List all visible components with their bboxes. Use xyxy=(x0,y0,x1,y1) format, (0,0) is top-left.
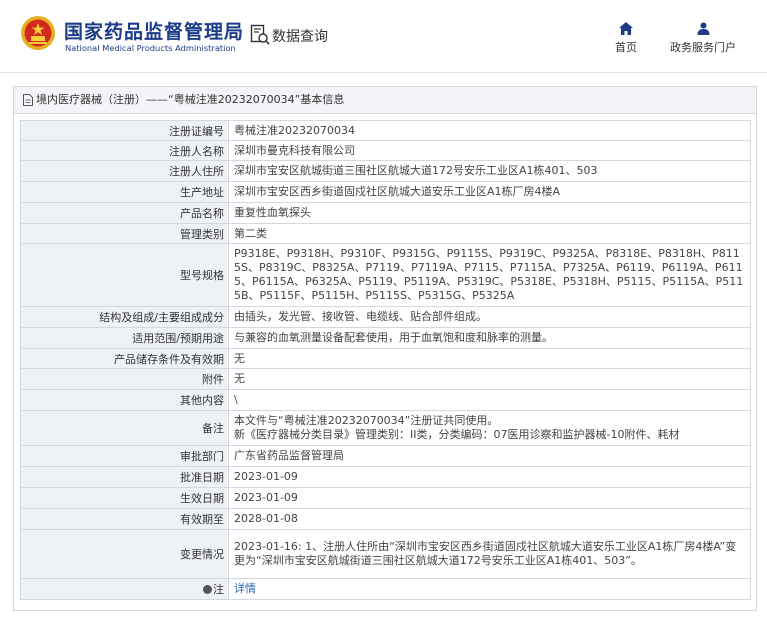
site-subtitle: National Medical Products Administration xyxy=(65,43,236,53)
field-value: \ xyxy=(228,389,751,411)
field-label: 产品名称 xyxy=(20,202,229,224)
nav-home[interactable]: 首页 xyxy=(606,22,646,55)
field-value: 2023-01-16: 1、注册人住所由“深圳市宝安区西乡街道固戍社区航城大道安… xyxy=(228,529,751,579)
field-label: 产品储存条件及有效期 xyxy=(20,348,229,369)
table-row: 型号规格 P9318E、P9318H、P9310F、P9315G、P9115S、… xyxy=(20,243,751,307)
detail-panel: 境内医疗器械（注册）——“粤械注准20232070034”基本信息 注册证编号 … xyxy=(13,86,757,611)
field-value: 与兼容的血氧测量设备配套使用，用于血氧饱和度和脉率的测量。 xyxy=(228,327,751,349)
field-value: 2028-01-08 xyxy=(228,508,751,530)
field-label: 结构及组成/主要组成成分 xyxy=(20,306,229,328)
field-value: 无 xyxy=(228,348,751,369)
field-value: 深圳市宝安区航城街道三围社区航城大道172号安乐工业区A1栋401、503 xyxy=(228,160,751,182)
field-value: 广东省药品监督管理局 xyxy=(228,445,751,467)
field-value: 详情 xyxy=(228,578,751,600)
field-label: 适用范围/预期用途 xyxy=(20,327,229,349)
breadcrumb: 境内医疗器械（注册）——“粤械注准20232070034”基本信息 xyxy=(36,93,345,106)
field-value: 2023-01-09 xyxy=(228,487,751,509)
search-document-icon xyxy=(250,24,270,45)
field-label: 其他内容 xyxy=(20,389,229,411)
field-label: 注册人名称 xyxy=(20,140,229,161)
field-label: 管理类别 xyxy=(20,223,229,244)
user-icon xyxy=(697,22,709,35)
table-row: 备注 本文件与“粤械注准20232070034”注册证共同使用。 新《医疗器械分… xyxy=(20,410,751,446)
field-value: 本文件与“粤械注准20232070034”注册证共同使用。 新《医疗器械分类目录… xyxy=(228,410,751,446)
table-row: 管理类别 第二类 xyxy=(20,223,751,244)
table-row: 批准日期 2023-01-09 xyxy=(20,466,751,488)
table-row: 注册证编号 粤械注准20232070034 xyxy=(20,120,751,141)
field-label: 审批部门 xyxy=(20,445,229,467)
record-table: 注册证编号 粤械注准20232070034 注册人名称 深圳市曼克科技有限公司 … xyxy=(20,120,751,600)
remark-line: 新《医疗器械分类目录》管理类别：II类，分类编码：07医用诊察和监护器械-10附… xyxy=(234,428,680,441)
field-value: 深圳市宝安区西乡街道固戍社区航城大道安乐工业区A1栋厂房4楼A xyxy=(228,181,751,203)
field-label: 变更情况 xyxy=(20,529,229,579)
field-label: 附件 xyxy=(20,368,229,390)
field-label: 注册人住所 xyxy=(20,160,229,182)
field-label: 型号规格 xyxy=(20,243,229,307)
note-icon xyxy=(203,585,212,594)
field-label: 注册证编号 xyxy=(20,120,229,141)
nav-portal-label: 政务服务门户 xyxy=(670,41,736,54)
field-value: 无 xyxy=(228,368,751,390)
remark-line: 本文件与“粤械注准20232070034”注册证共同使用。 xyxy=(234,414,499,427)
field-value: P9318E、P9318H、P9310F、P9315G、P9115S、P9319… xyxy=(228,243,751,307)
site-title[interactable]: 国家药品监督管理局 xyxy=(64,17,244,44)
note-label: 注 xyxy=(213,583,224,596)
field-label: 批准日期 xyxy=(20,466,229,488)
field-label: 生效日期 xyxy=(20,487,229,509)
table-row: 变更情况 2023-01-16: 1、注册人住所由“深圳市宝安区西乡街道固戍社区… xyxy=(20,529,751,579)
table-row: 其他内容 \ xyxy=(20,389,751,411)
field-value: 2023-01-09 xyxy=(228,466,751,488)
document-icon xyxy=(23,94,33,106)
table-row: 有效期至 2028-01-08 xyxy=(20,508,751,530)
field-value: 粤械注准20232070034 xyxy=(228,120,751,141)
field-label: 注 xyxy=(20,578,229,600)
table-row: 结构及组成/主要组成成分 由插头，发光管、接收管、电缆线、贴合部件组成。 xyxy=(20,306,751,328)
site-header: 国家药品监督管理局 National Medical Products Admi… xyxy=(0,0,767,73)
table-row: 产品储存条件及有效期 无 xyxy=(20,348,751,369)
table-row: 生产地址 深圳市宝安区西乡街道固戍社区航城大道安乐工业区A1栋厂房4楼A xyxy=(20,181,751,203)
table-row: 注 详情 xyxy=(20,578,751,600)
table-row: 附件 无 xyxy=(20,368,751,390)
table-row: 注册人住所 深圳市宝安区航城街道三围社区航城大道172号安乐工业区A1栋401、… xyxy=(20,160,751,182)
home-icon xyxy=(619,22,633,35)
table-row: 产品名称 重复性血氧探头 xyxy=(20,202,751,224)
field-value: 第二类 xyxy=(228,223,751,244)
national-emblem-icon xyxy=(21,16,55,50)
data-query-label: 数据查询 xyxy=(272,29,328,45)
field-label: 有效期至 xyxy=(20,508,229,530)
field-value: 重复性血氧探头 xyxy=(228,202,751,224)
table-row: 审批部门 广东省药品监督管理局 xyxy=(20,445,751,467)
panel-header: 境内医疗器械（注册）——“粤械注准20232070034”基本信息 xyxy=(14,87,756,114)
table-row: 适用范围/预期用途 与兼容的血氧测量设备配套使用，用于血氧饱和度和脉率的测量。 xyxy=(20,327,751,349)
nav-service-portal[interactable]: 政务服务门户 xyxy=(660,22,746,55)
field-label: 备注 xyxy=(20,410,229,446)
field-label: 生产地址 xyxy=(20,181,229,203)
table-row: 注册人名称 深圳市曼克科技有限公司 xyxy=(20,140,751,161)
table-row: 生效日期 2023-01-09 xyxy=(20,487,751,509)
field-value: 深圳市曼克科技有限公司 xyxy=(228,140,751,161)
field-value: 由插头，发光管、接收管、电缆线、贴合部件组成。 xyxy=(228,306,751,328)
details-link[interactable]: 详情 xyxy=(234,582,256,595)
nav-home-label: 首页 xyxy=(615,41,637,54)
